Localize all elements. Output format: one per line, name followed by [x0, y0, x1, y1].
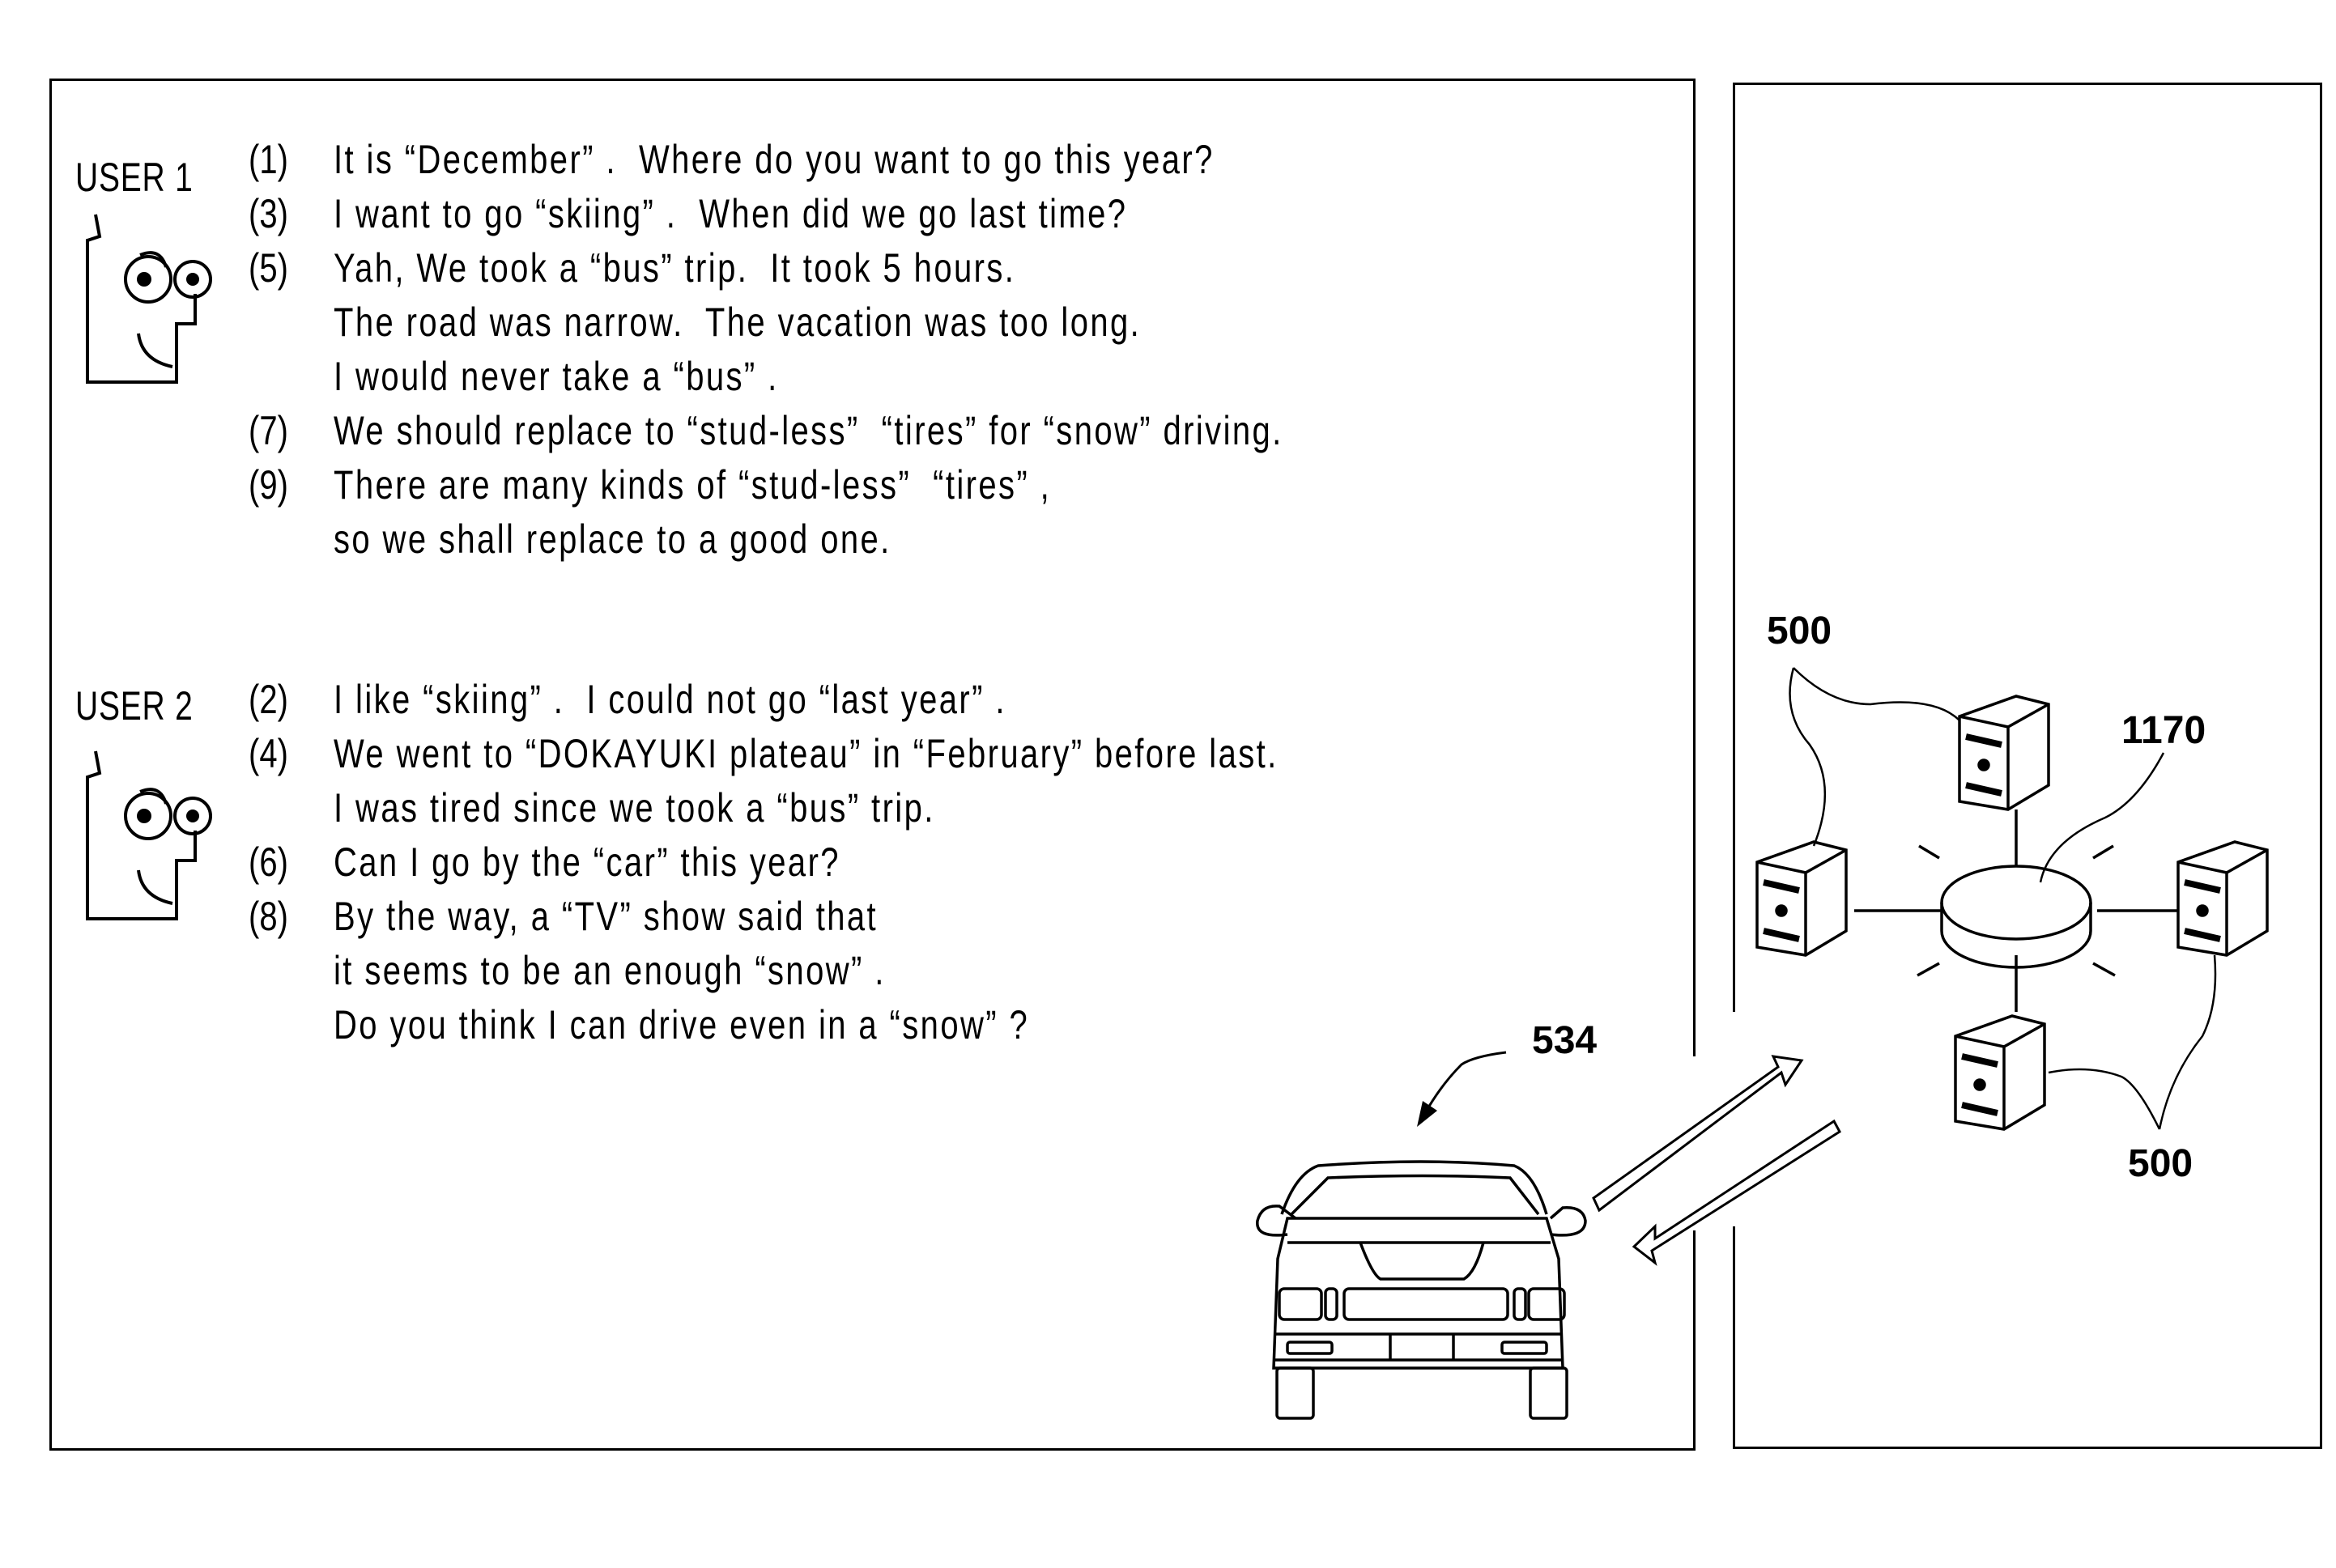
utterance-number: (6): [249, 839, 288, 885]
utterance-line: We should replace to “stud-less” “tires”…: [334, 408, 1283, 453]
utterance-line: I was tired since we took a “bus” trip.: [334, 785, 935, 831]
utterance-line: There are many kinds of “stud-less” “tir…: [334, 462, 1052, 508]
utterance-number: (1): [249, 137, 288, 182]
utterance-line: I want to go “skiing” . When did we go l…: [334, 191, 1128, 236]
user-2-label: USER 2: [75, 683, 194, 729]
utterance-line: Can I go by the “car” this year?: [334, 839, 840, 885]
utterance-number: (2): [249, 677, 288, 722]
ref-vehicle-label: 534: [1532, 1019, 1598, 1062]
ref-server-top-label: 500: [1767, 610, 1832, 652]
utterance-number: (7): [249, 408, 288, 453]
utterance-line: We went to “DOKAYUKI plateau” in “Februa…: [334, 731, 1279, 776]
server-panel: [1733, 83, 2322, 1449]
border-gap-right: [1730, 1012, 1739, 1226]
utterance-line: By the way, a “TV” show said that: [334, 894, 879, 939]
utterance-line: it seems to be an enough “snow” .: [334, 948, 886, 993]
ref-network-label: 1170: [2121, 709, 2206, 752]
utterance-number: (3): [249, 191, 288, 236]
utterance-line: Do you think I can drive even in a “snow…: [334, 1002, 1030, 1047]
utterance-line: I like “skiing” . I could not go “last y…: [334, 677, 1006, 722]
utterance-number: (8): [249, 894, 288, 939]
utterance-number: (5): [249, 245, 288, 291]
user-1-label: USER 1: [75, 155, 194, 200]
utterance-line: so we shall replace to a good one.: [334, 516, 891, 562]
ref-server-bottom-label: 500: [2128, 1142, 2193, 1185]
utterance-number: (9): [249, 462, 288, 508]
border-gap-left: [1691, 1056, 1700, 1230]
utterance-line: I would never take a “bus” .: [334, 354, 779, 399]
utterance-line: The road was narrow. The vacation was to…: [334, 300, 1142, 345]
utterance-number: (4): [249, 731, 288, 776]
utterance-line: It is “December” . Where do you want to …: [334, 137, 1215, 182]
utterance-line: Yah, We took a “bus” trip. It took 5 hou…: [334, 245, 1016, 291]
